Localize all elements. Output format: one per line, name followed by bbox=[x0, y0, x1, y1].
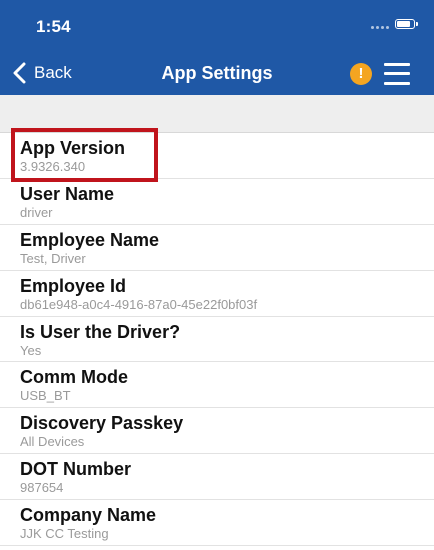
setting-label: Discovery Passkey bbox=[20, 413, 184, 434]
status-indicators bbox=[371, 19, 418, 29]
setting-value: driver bbox=[20, 204, 53, 220]
setting-value: Yes bbox=[20, 342, 42, 358]
setting-label: DOT Number bbox=[20, 459, 132, 480]
battery-tip bbox=[416, 22, 418, 26]
setting-row-employee-name: Employee Name Test, Driver bbox=[0, 225, 434, 271]
setting-value: All Devices bbox=[20, 434, 85, 450]
setting-value: 987654 bbox=[20, 480, 64, 496]
back-label: Back bbox=[34, 63, 72, 82]
setting-row-app-version: App Version 3.9326.340 bbox=[0, 133, 434, 179]
setting-row-is-driver: Is User the Driver? Yes bbox=[0, 317, 434, 363]
section-spacer bbox=[0, 95, 434, 133]
alert-icon[interactable]: ! bbox=[350, 63, 372, 85]
battery-icon bbox=[395, 19, 415, 29]
settings-list: App Version 3.9326.340 User Name driver … bbox=[0, 133, 434, 547]
setting-row-discovery-passkey: Discovery Passkey All Devices bbox=[0, 408, 434, 455]
setting-label: Company Name bbox=[20, 505, 157, 526]
hamburger-menu-icon[interactable] bbox=[384, 62, 410, 86]
signal-icon bbox=[371, 19, 389, 29]
chevron-left-icon bbox=[13, 62, 26, 84]
nav-header: 1:54 Back App Settings ! bbox=[0, 0, 434, 95]
setting-value: JJK CC Testing bbox=[20, 526, 109, 542]
setting-label: Employee Name bbox=[20, 229, 160, 250]
setting-row-employee-id: Employee Id db61e948-a0c4-4916-87a0-45e2… bbox=[0, 271, 434, 317]
setting-row-dot-number: DOT Number 987654 bbox=[0, 454, 434, 501]
status-time: 1:54 bbox=[36, 17, 71, 36]
setting-value: db61e948-a0c4-4916-87a0-45e22f0bf03f bbox=[20, 296, 258, 312]
setting-value: 3.9326.340 bbox=[20, 159, 86, 174]
setting-label: Employee Id bbox=[20, 275, 127, 296]
setting-label: App Version bbox=[20, 138, 126, 158]
setting-row-company-name: Company Name JJK CC Testing bbox=[0, 500, 434, 547]
setting-value: USB_BT bbox=[20, 388, 71, 404]
setting-label: User Name bbox=[20, 183, 115, 204]
setting-label: Is User the Driver? bbox=[20, 321, 181, 342]
setting-row-user-name: User Name driver bbox=[0, 179, 434, 225]
back-button[interactable]: Back bbox=[12, 62, 72, 84]
setting-value: Test, Driver bbox=[20, 250, 86, 266]
setting-row-comm-mode: Comm Mode USB_BT bbox=[0, 362, 434, 409]
setting-label: Comm Mode bbox=[20, 367, 128, 388]
